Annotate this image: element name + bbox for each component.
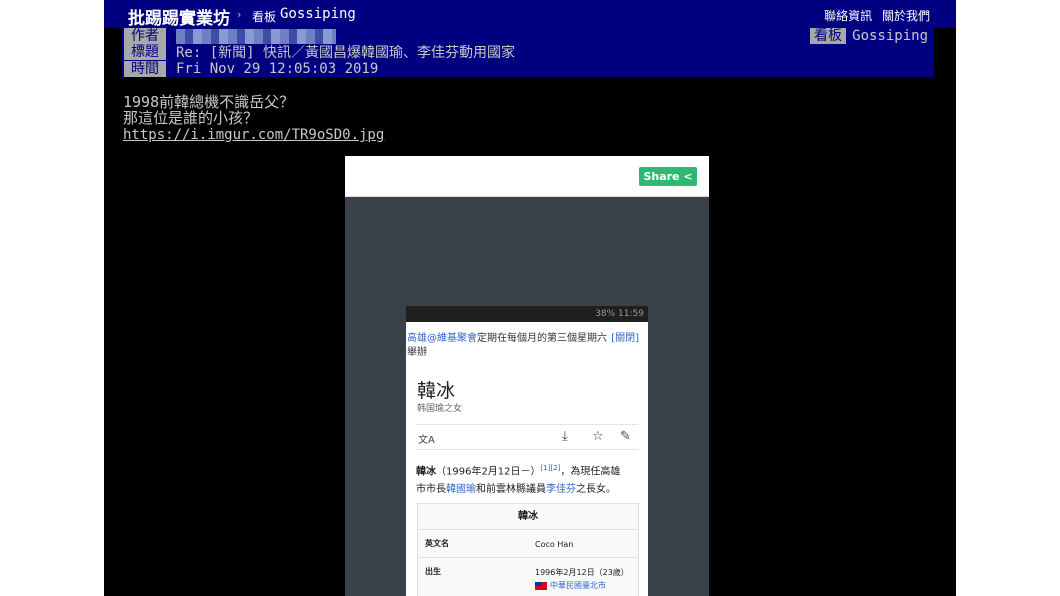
status-text: 38% 11:59 [595,309,644,319]
title-label: 標題 [124,44,166,60]
intro-name: 韓冰 [416,466,436,478]
translate-icon: 文A [418,435,435,446]
site-logo-link[interactable]: 批踢踢實業坊 [128,4,230,29]
star-icon: ☆ [592,429,604,444]
top-links: 聯絡資訊 關於我們 [818,7,930,24]
phone-screenshot: 38% 11:59 高雄@維基聚會定期在每個月的第三個星期六 [關閉] 舉辦 韓冰… [406,306,648,596]
intro-text-3: 和前雲林縣議員 [476,484,546,496]
infobox-birthplace: 中華民國臺北市 [550,581,606,590]
breadcrumb-label: 看板 [252,10,277,24]
flag-icon [535,581,547,590]
download-icon: ⤓ [562,429,568,444]
image-link[interactable]: https://i.imgur.com/TR9oSD0.jpg [123,126,384,145]
time-value: Fri Nov 29 12:05:03 2019 [176,61,379,77]
intro-date: （1996年2月12日－） [436,466,541,478]
wiki-intro: 韓冰（1996年2月12日－）[1][2]，為現任高雄 市市長韓國瑜和前雲林縣議… [416,459,642,499]
intro-text-4: 之長女。 [576,484,616,496]
wiki-toolbar: 文A ⤓ ☆ ✎ [416,424,638,450]
infobox-title: 韓冰 [418,504,638,530]
infobox-key: 英文名 [425,539,449,548]
infobox-row: 出生 1996年2月12日（23歲） 中華民國臺北市 [418,558,638,596]
about-link[interactable]: 關於我們 [882,9,930,23]
author-value-redacted [176,29,336,44]
infobox-row: 英文名 Coco Han [418,530,638,558]
intro-text-1: ，為現任高雄 [560,466,621,478]
notice-text-2: 舉辦 [407,347,427,358]
notice-text: 定期在每個月的第三個星期六 [477,333,607,344]
breadcrumb-separator: › [237,8,242,21]
wiki-infobox: 韓冰 英文名 Coco Han 出生 1996年2月12日（23歲） 中華民國臺… [417,503,639,596]
ptt-page: 批踢踢實業坊 › 看板 Gossiping 聯絡資訊 關於我們 作者 看板 Go… [104,0,956,596]
edit-icon: ✎ [620,429,631,444]
share-button[interactable]: Share < [639,167,697,186]
infobox-birth-date: 1996年2月12日（23歲） [535,568,629,577]
imgur-toolbar: Share < [345,156,709,197]
time-label: 時間 [124,61,166,77]
intro-link-1: 韓國瑜 [446,484,476,496]
wiki-subtitle: 韩国瑜之女 [417,404,463,414]
top-bar: 批踢踢實業坊 › 看板 Gossiping 聯絡資訊 關於我們 [104,0,956,29]
board-label: 看板 [810,28,846,44]
breadcrumb-board-link[interactable]: Gossiping [280,6,356,22]
author-label: 作者 [124,28,166,44]
infobox-key: 出生 [425,567,441,576]
embedded-image: Share < 38% 11:59 高雄@維基聚會定期在每個月的第三個星期六 [關… [345,156,709,596]
contact-link[interactable]: 聯絡資訊 [824,9,872,23]
notice-close: [關閉] [611,333,639,344]
wiki-title: 韓冰 [417,380,456,402]
intro-text-2: 市市長 [416,484,446,496]
board-value: Gossiping [852,28,928,44]
article-header: 作者 看板 Gossiping 標題 Re: [新聞] 快訊／黃國昌爆韓國瑜、李… [122,28,934,77]
infobox-value: 1996年2月12日（23歲） 中華民國臺北市 [535,566,629,592]
title-value: Re: [新聞] 快訊／黃國昌爆韓國瑜、李佳芬動用國家 [176,45,515,61]
infobox-value: Coco Han [535,540,574,549]
status-bar: 38% 11:59 [406,306,648,322]
intro-link-2: 李佳芬 [546,484,576,496]
notice-link: 高雄@維基聚會 [407,333,477,344]
site-notice: 高雄@維基聚會定期在每個月的第三個星期六 [關閉] 舉辦 [407,332,639,360]
intro-ref: [1][2] [540,464,561,472]
